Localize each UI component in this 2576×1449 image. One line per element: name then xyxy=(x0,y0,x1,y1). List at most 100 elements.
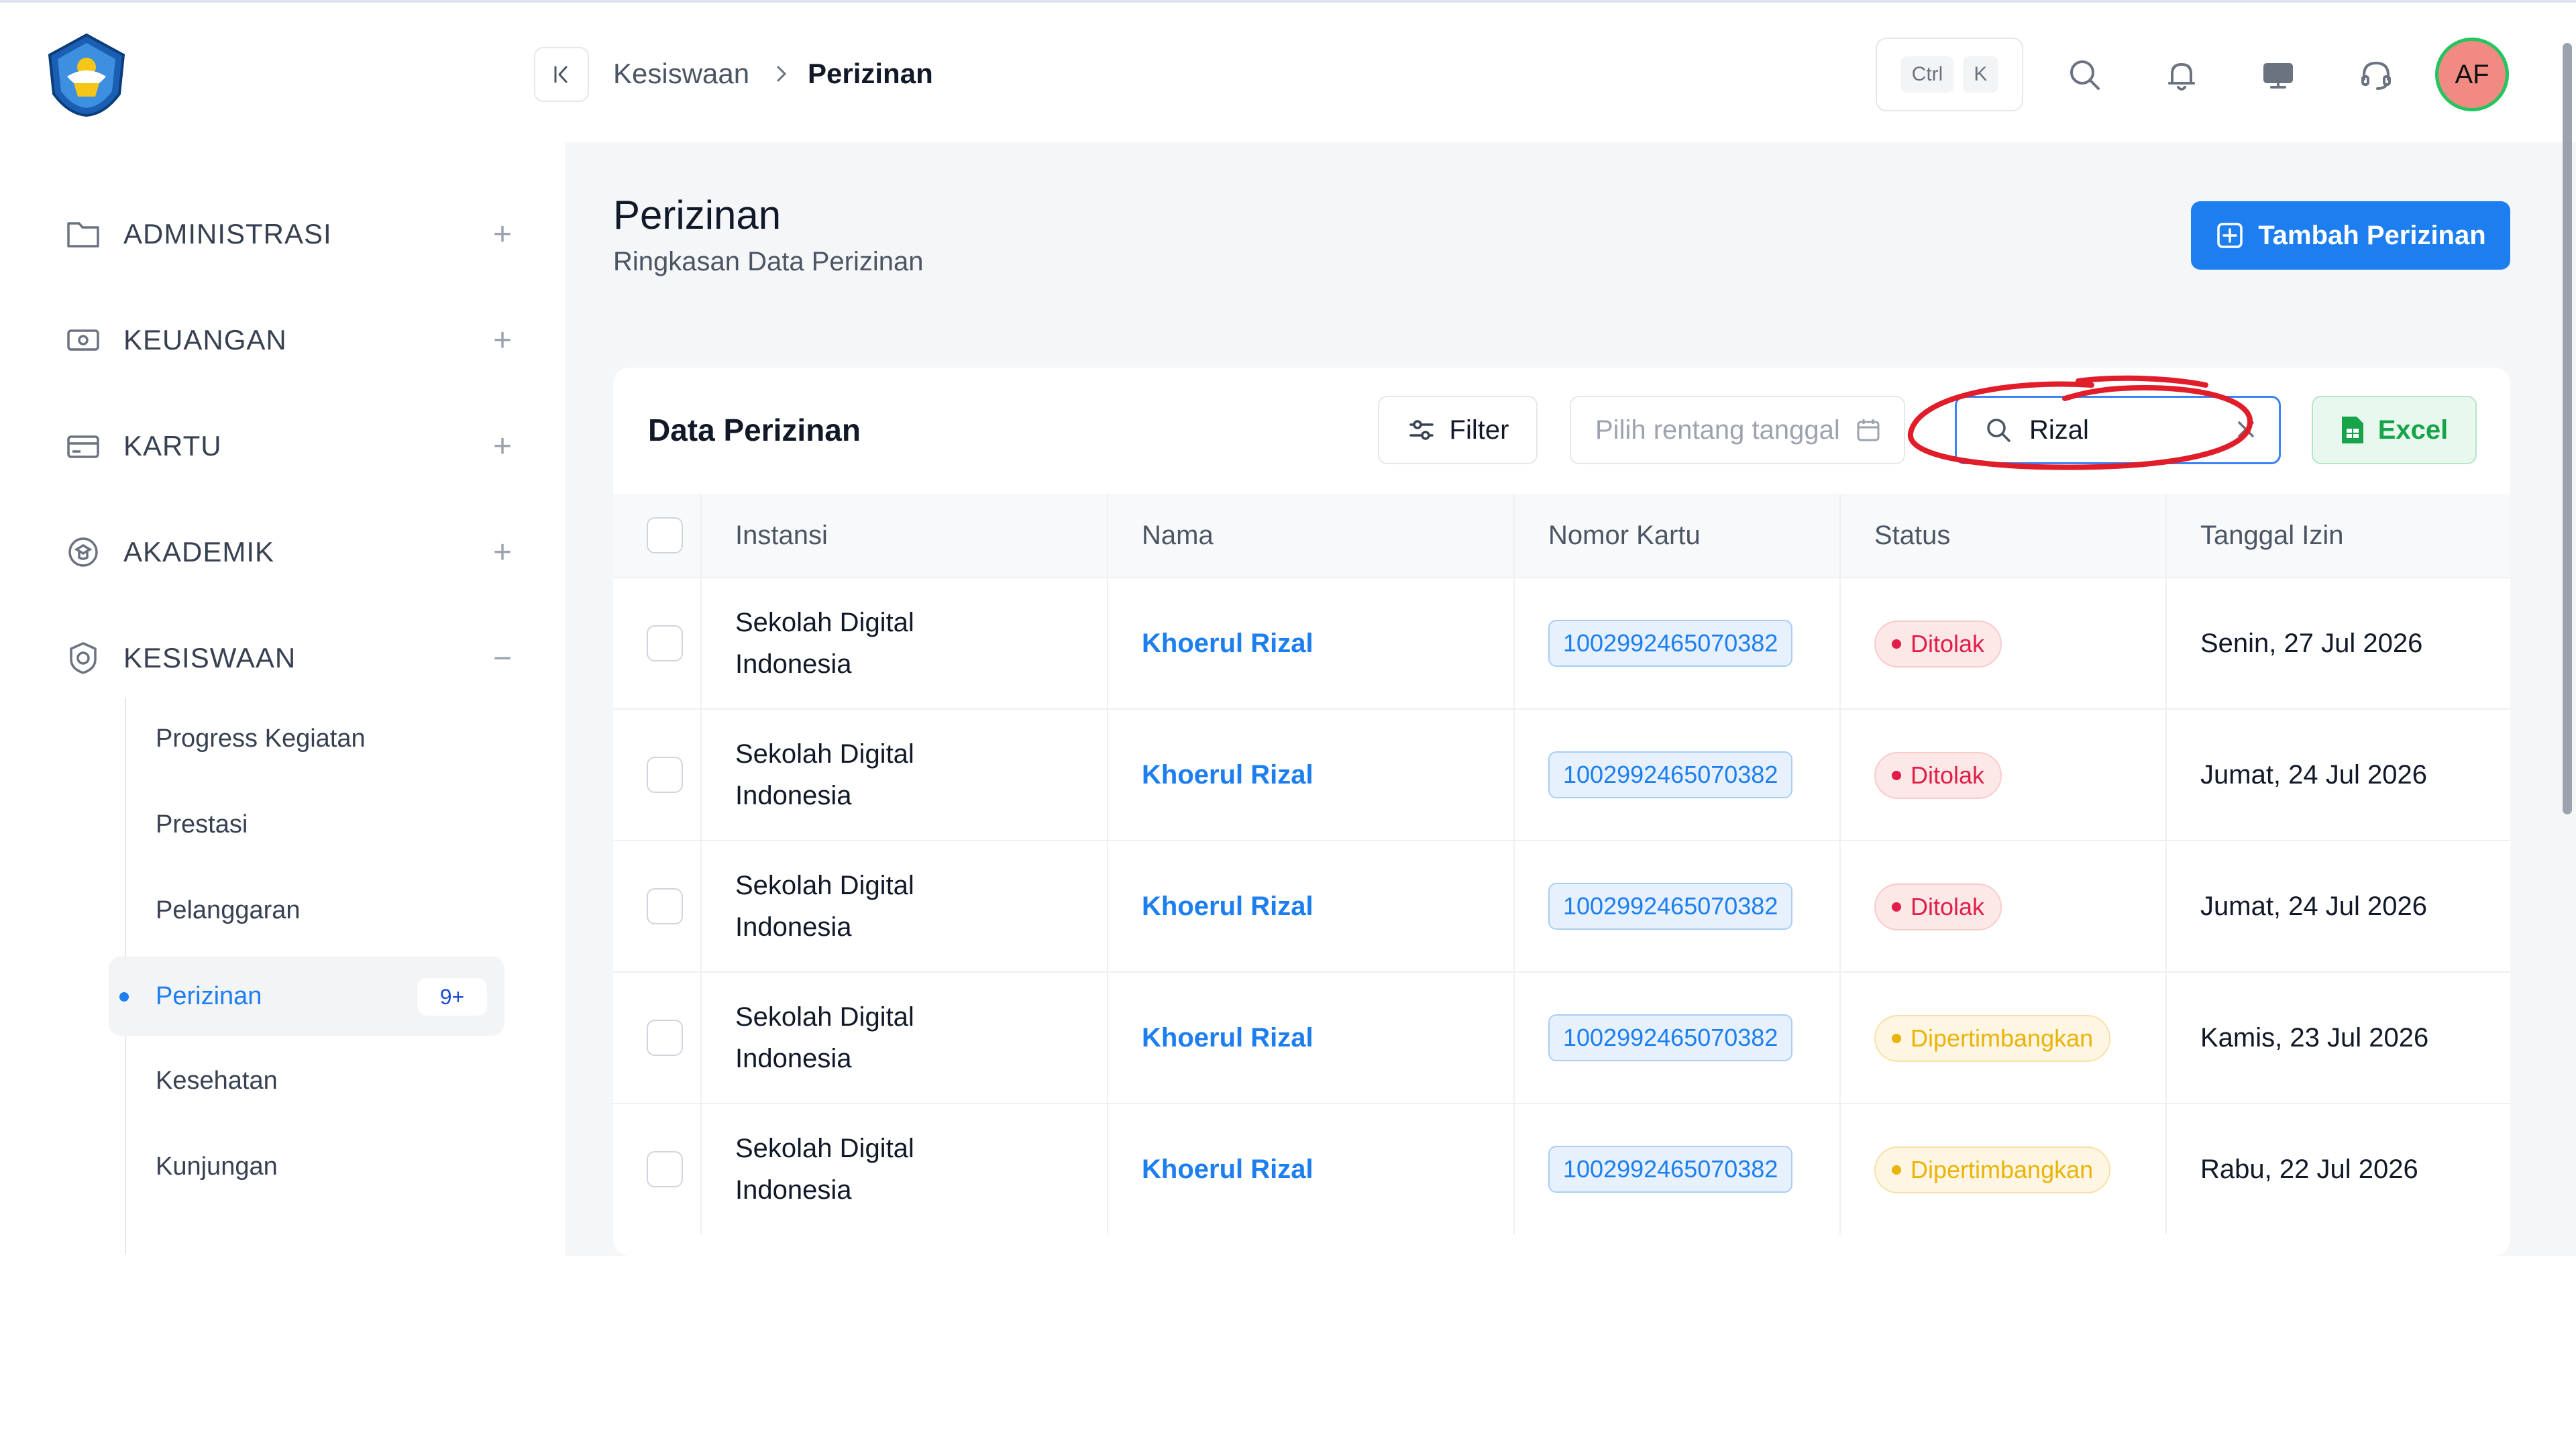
money-icon xyxy=(63,320,103,360)
command-palette-shortcut[interactable]: Ctrl K xyxy=(1876,38,2023,111)
instansi-line: Indonesia xyxy=(735,1175,852,1205)
monitor-icon[interactable] xyxy=(2257,54,2300,97)
export-excel-button[interactable]: Excel xyxy=(2312,396,2477,464)
row-checkbox[interactable] xyxy=(647,888,683,924)
sidebar-item-keuangan[interactable]: KEUANGAN + xyxy=(63,310,519,370)
expand-icon[interactable]: + xyxy=(486,322,519,359)
status-badge: Ditolak xyxy=(1874,883,2002,930)
row-select-cell xyxy=(613,1103,702,1234)
cell-tanggal: Kamis, 23 Jul 2026 xyxy=(2166,971,2510,1104)
card-number-badge: 1002992465070382 xyxy=(1548,883,1793,930)
table-row[interactable]: Sekolah Digital Indonesia Khoerul Rizal 1… xyxy=(613,840,2510,972)
sidebar-item-kesiswaan[interactable]: KESISWAAN − xyxy=(63,628,519,688)
expand-icon[interactable]: + xyxy=(486,428,519,465)
perizinan-table: Instansi Nama Nomor Kartu Status Tanggal… xyxy=(613,494,2510,1234)
sidebar-subitem-perizinan[interactable]: Perizinan xyxy=(156,982,262,1011)
row-select-cell xyxy=(613,840,702,972)
kbd-k: K xyxy=(1963,56,1998,93)
student-name-link[interactable]: Khoerul Rizal xyxy=(1142,760,1313,790)
status-label: Ditolak xyxy=(1911,893,1985,920)
status-label: Ditolak xyxy=(1911,630,1985,657)
row-checkbox[interactable] xyxy=(647,625,683,661)
row-checkbox[interactable] xyxy=(647,1151,683,1187)
cell-nama: Khoerul Rizal xyxy=(1108,1103,1515,1234)
sidebar-item-label: KESISWAAN xyxy=(123,642,297,674)
row-select-cell xyxy=(613,577,702,709)
status-dot-icon xyxy=(1892,1165,1901,1175)
user-avatar[interactable]: AF xyxy=(2435,38,2509,111)
column-header-tanggal-izin[interactable]: Tanggal Izin xyxy=(2166,494,2510,578)
cell-status: Ditolak xyxy=(1840,840,2167,972)
headset-icon[interactable] xyxy=(2355,54,2398,97)
sidebar-subitem-prestasi[interactable]: Prestasi xyxy=(156,810,248,839)
filter-button[interactable]: Filter xyxy=(1378,396,1538,464)
select-all-cell xyxy=(613,494,702,578)
search-icon[interactable] xyxy=(2063,54,2106,97)
table-row[interactable]: Sekolah Digital Indonesia Khoerul Rizal 1… xyxy=(613,1103,2510,1234)
column-header-nomor-kartu[interactable]: Nomor Kartu xyxy=(1514,494,1841,578)
breadcrumb-item-current: Perizinan xyxy=(808,58,933,89)
cell-status: Dipertimbangkan xyxy=(1840,971,2167,1104)
instansi-line: Indonesia xyxy=(735,912,852,942)
collapse-icon[interactable]: − xyxy=(486,640,519,677)
cell-instansi: Sekolah Digital Indonesia xyxy=(701,708,1108,841)
sidebar-item-label: KEUANGAN xyxy=(123,324,287,356)
plus-square-icon xyxy=(2215,221,2245,250)
sidebar-item-administrasi[interactable]: ADMINISTRASI + xyxy=(63,204,519,264)
status-label: Dipertimbangkan xyxy=(1911,1024,2094,1052)
row-checkbox[interactable] xyxy=(647,757,683,793)
expand-icon[interactable]: + xyxy=(486,216,519,253)
status-label: Ditolak xyxy=(1911,761,1985,789)
app-logo[interactable] xyxy=(44,32,129,118)
cell-tanggal: Jumat, 24 Jul 2026 xyxy=(2166,708,2510,841)
page-title: Perizinan xyxy=(613,193,782,237)
add-perizinan-button[interactable]: Tambah Perizinan xyxy=(2191,201,2510,270)
sidebar-item-kartu[interactable]: KARTU + xyxy=(63,416,519,476)
status-dot-icon xyxy=(1892,1034,1901,1043)
cell-instansi: Sekolah Digital Indonesia xyxy=(701,577,1108,709)
student-name-link[interactable]: Khoerul Rizal xyxy=(1142,892,1313,921)
sidebar-item-akademik[interactable]: AKADEMIK + xyxy=(63,522,519,582)
status-dot-icon xyxy=(1892,902,1901,912)
student-name-link[interactable]: Khoerul Rizal xyxy=(1142,1023,1313,1053)
date-range-input[interactable]: Pilih rentang tanggal xyxy=(1570,396,1905,464)
sidebar-subitem-kunjungan[interactable]: Kunjungan xyxy=(156,1152,278,1181)
table-row[interactable]: Sekolah Digital Indonesia Khoerul Rizal 1… xyxy=(613,708,2510,841)
column-header-status[interactable]: Status xyxy=(1840,494,2167,578)
collapse-sidebar-button[interactable] xyxy=(534,47,589,102)
top-border xyxy=(0,0,2576,3)
cell-status: Dipertimbangkan xyxy=(1840,1103,2167,1234)
page-scrollbar[interactable] xyxy=(2563,43,2572,814)
cell-nomor-kartu: 1002992465070382 xyxy=(1514,1103,1841,1234)
add-perizinan-label: Tambah Perizinan xyxy=(2258,220,2486,250)
breadcrumb-item-kesiswaan[interactable]: Kesiswaan xyxy=(613,56,749,91)
kbd-ctrl: Ctrl xyxy=(1900,56,1954,93)
card-number-badge: 1002992465070382 xyxy=(1548,751,1793,798)
table-row[interactable]: Sekolah Digital Indonesia Khoerul Rizal 1… xyxy=(613,577,2510,709)
status-badge: Ditolak xyxy=(1874,752,2002,799)
expand-icon[interactable]: + xyxy=(486,534,519,571)
cell-nomor-kartu: 1002992465070382 xyxy=(1514,840,1841,972)
column-header-instansi[interactable]: Instansi xyxy=(701,494,1108,578)
table-row[interactable]: Sekolah Digital Indonesia Khoerul Rizal 1… xyxy=(613,971,2510,1104)
cell-tanggal: Rabu, 22 Jul 2026 xyxy=(2166,1103,2510,1234)
spreadsheet-icon xyxy=(2341,415,2365,445)
sidebar-item-label: ADMINISTRASI xyxy=(123,218,332,250)
bell-icon[interactable] xyxy=(2160,54,2203,97)
annotation-circle xyxy=(1890,369,2266,480)
row-checkbox[interactable] xyxy=(647,1020,683,1056)
student-name-link[interactable]: Khoerul Rizal xyxy=(1142,1155,1313,1184)
cell-nama: Khoerul Rizal xyxy=(1108,577,1515,709)
instansi-line: Sekolah Digital xyxy=(735,1002,914,1032)
chevron-right-icon xyxy=(773,62,792,86)
sidebar-subitem-kesehatan[interactable]: Kesehatan xyxy=(156,1067,278,1095)
row-select-cell xyxy=(613,971,702,1104)
student-name-link[interactable]: Khoerul Rizal xyxy=(1142,629,1313,658)
instansi-line: Sekolah Digital xyxy=(735,608,914,637)
status-badge: Dipertimbangkan xyxy=(1874,1015,2111,1062)
sidebar-subitem-progress-kegiatan[interactable]: Progress Kegiatan xyxy=(156,724,366,753)
column-header-nama[interactable]: Nama xyxy=(1108,494,1515,578)
select-all-checkbox[interactable] xyxy=(647,517,683,553)
notification-badge: 9+ xyxy=(417,978,487,1016)
sidebar-subitem-pelanggaran[interactable]: Pelanggaran xyxy=(156,896,301,925)
